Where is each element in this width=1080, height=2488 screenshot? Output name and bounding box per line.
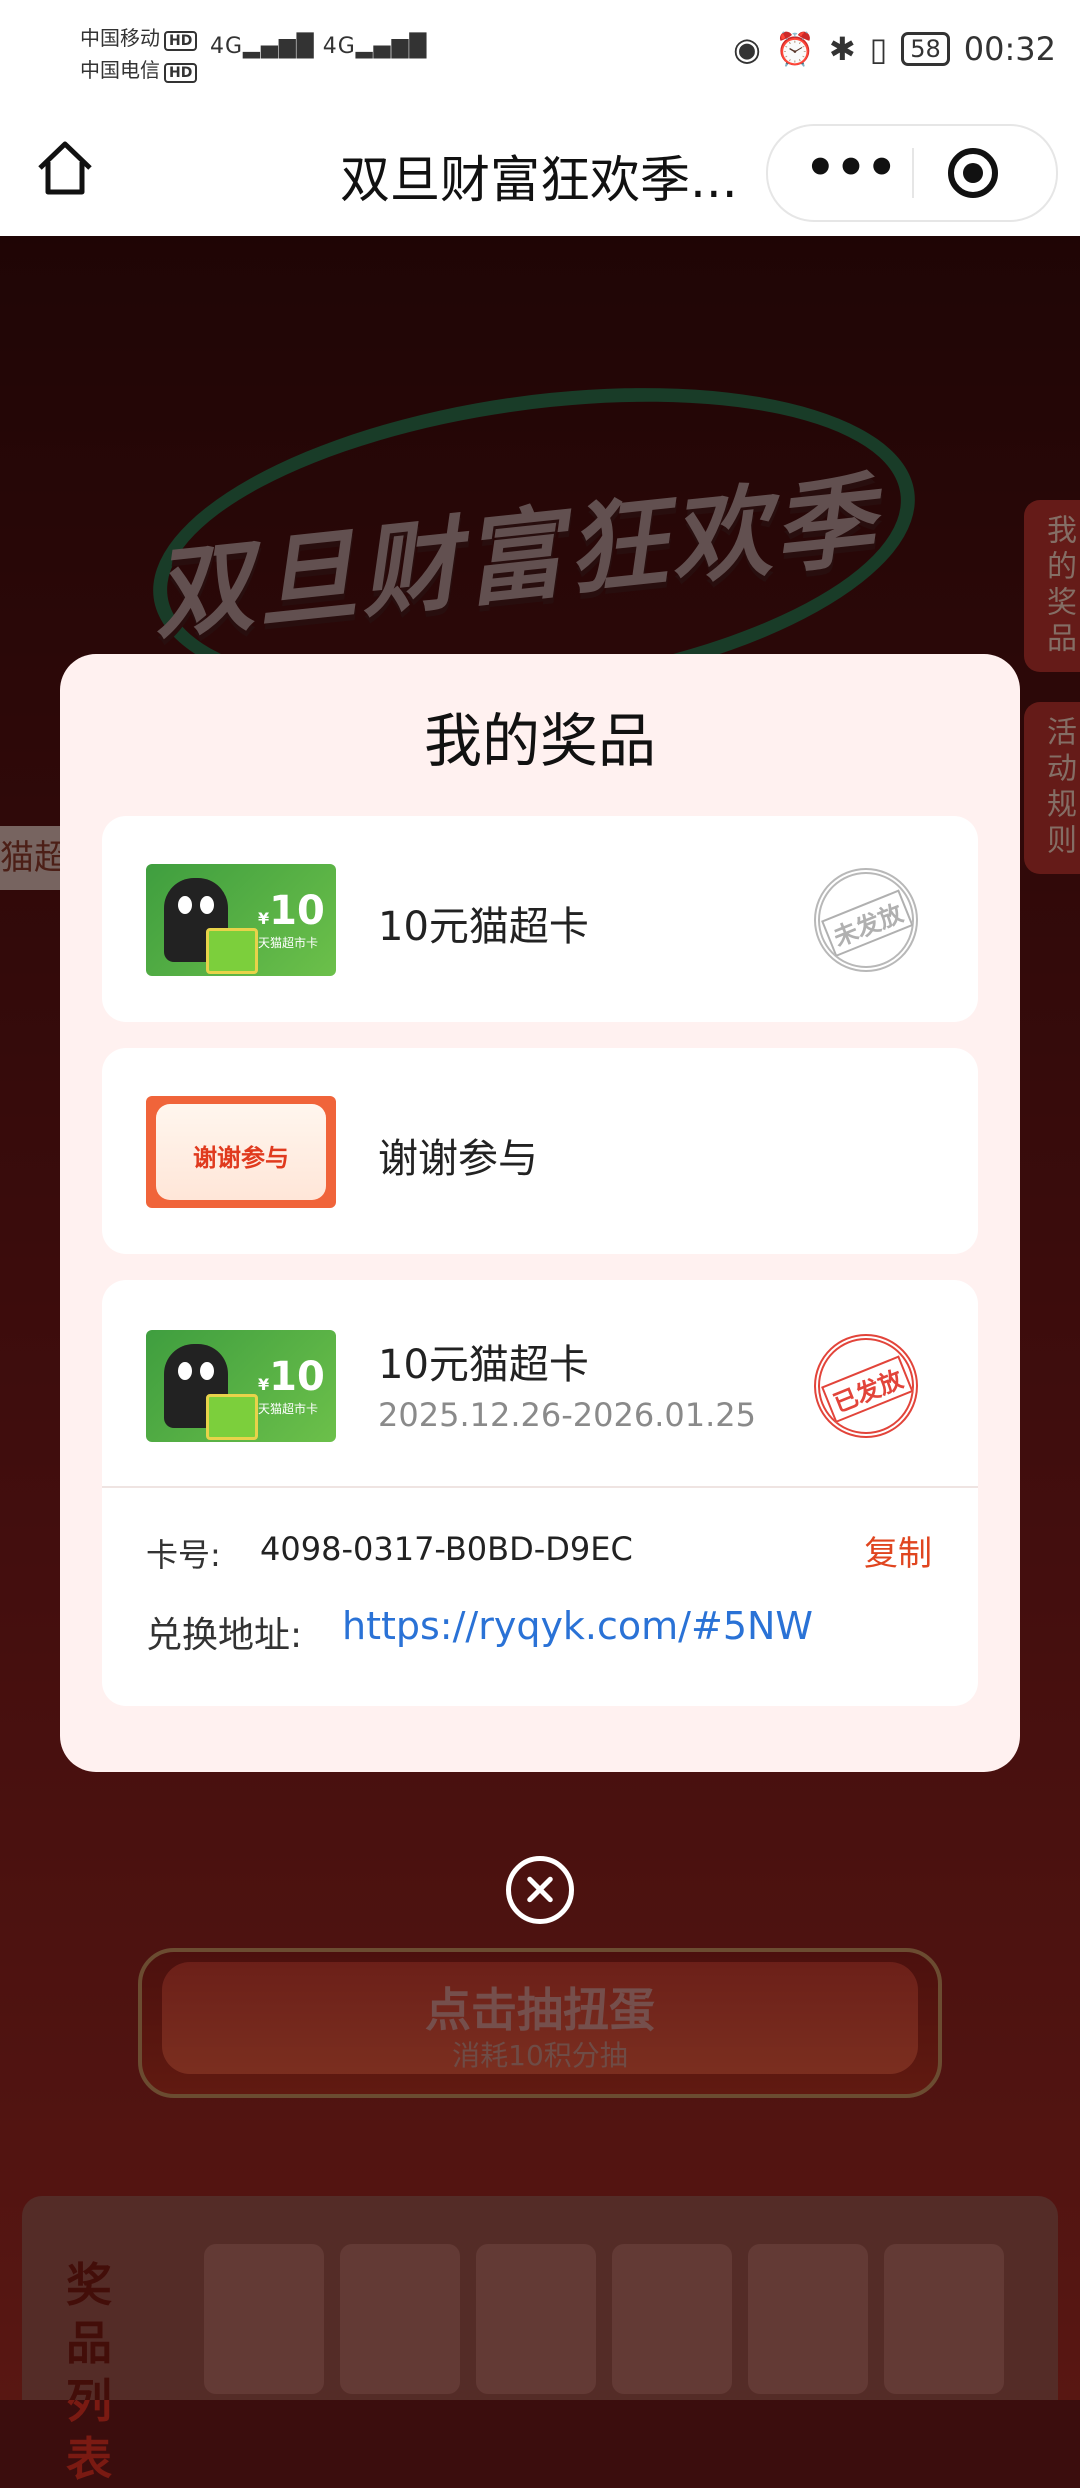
coupon-value: ¥10 [258,1354,325,1400]
carrier-1: 中国移动 [80,26,160,50]
redeem-address-label: 兑换地址: [146,1615,303,1656]
coupon-card-name: 天猫超市卡 [258,936,319,950]
close-icon[interactable] [506,1856,574,1924]
status-bar: 中国移动 HD 中国电信 HD 4G▂▄▆█ 4G▂▄▆█ ◉ ⏰ ✱ ▯ 58 0… [0,0,1080,110]
clock: 00:32 [963,30,1056,68]
prize-card: ¥10 天猫超市卡 10元猫超卡 未发放 [102,816,978,1022]
home-icon[interactable] [30,134,100,204]
basket-icon [206,928,258,974]
prize-name: 10元猫超卡 [378,904,589,950]
eye-icon: ◉ [733,30,761,68]
bluetooth-icon: ✱ [828,30,856,68]
tmall-coupon-image: ¥10 天猫超市卡 [146,864,336,976]
redeem-address-link[interactable]: https://ryqyk.com/#5NW [342,1604,813,1648]
copy-button[interactable]: 复制 [864,1526,932,1575]
signal-icon: 4G▂▄▆█ 4G▂▄▆█ [210,34,428,59]
divider [102,1486,978,1488]
tmall-coupon-image: ¥10 天猫超市卡 [146,1330,336,1442]
coupon-text: 谢谢参与 [193,1144,289,1172]
prize-date-range: 2025.12.26-2026.01.25 [378,1396,756,1434]
my-prizes-modal: 我的奖品 ¥10 天猫超市卡 10元猫超卡 未发放 谢谢参与 谢谢参与 ¥10 … [60,654,1020,1772]
thanks-coupon-inner: 谢谢参与 [156,1104,326,1200]
basket-icon [206,1394,258,1440]
coupon-value: ¥10 [258,888,325,934]
prize-card-issued: ¥10 天猫超市卡 10元猫超卡 2025.12.26-2026.01.25 已… [102,1280,978,1706]
status-stamp-issued: 已发放 [798,1318,934,1454]
battery-icon: 58 [901,32,950,66]
prize-name: 谢谢参与 [378,1136,538,1182]
carrier-info: 中国移动 HD 中国电信 HD [80,22,198,86]
capsule-divider [912,148,914,198]
thanks-coupon-image: 谢谢参与 [146,1096,336,1208]
prize-card: 谢谢参与 谢谢参与 [102,1048,978,1254]
target-icon[interactable] [948,148,998,198]
alarm-icon: ⏰ [774,30,815,68]
card-number-label: 卡号: [146,1536,221,1574]
coupon-card-name: 天猫超市卡 [258,1402,319,1416]
page-title: 双旦财富狂欢季... [340,151,738,209]
mini-program-capsule: ••• [766,124,1058,222]
card-number: 4098-0317-B0BD-D9EC [260,1530,633,1568]
modal-title: 我的奖品 [423,707,656,775]
carrier-2: 中国电信 [80,58,160,82]
more-dots-icon[interactable]: ••• [796,126,906,220]
hd-badge: HD [164,31,198,51]
prize-name: 10元猫超卡 [378,1342,589,1388]
hd-badge: HD [164,63,198,83]
vibrate-icon: ▯ [869,30,888,68]
nav-bar: 双旦财富狂欢季... ••• [0,110,1080,237]
status-icons: ◉ ⏰ ✱ ▯ 58 00:32 [733,30,1056,68]
status-stamp-not-issued: 未发放 [798,852,934,988]
